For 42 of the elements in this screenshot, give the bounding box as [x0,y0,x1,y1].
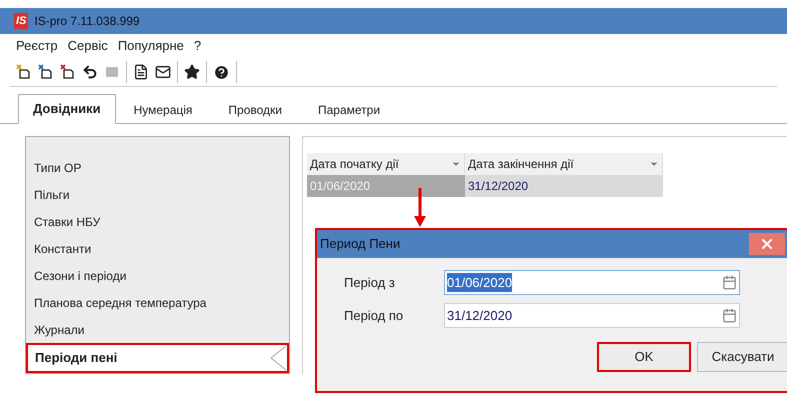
field-label: Період з [343,274,396,292]
edit-icon[interactable] [38,64,54,80]
dialog-button[interactable]: Скасувати [697,342,787,372]
sidebar-item[interactable]: Сезони і періоди [26,262,289,290]
column-header[interactable]: Дата початку дії [307,153,465,175]
tab[interactable]: Нумерація [116,97,210,123]
sidebar-item[interactable]: Періоди пені [26,343,289,374]
calendar-icon[interactable] [722,275,737,290]
tab[interactable]: Параметри [300,97,398,123]
close-icon [759,236,775,252]
table-cell: 31/12/2020 [465,175,663,197]
window-title: IS-pro 7.11.038.999 [34,13,140,30]
tab[interactable]: Проводки [210,97,300,123]
menu-item[interactable]: Реєстр [16,36,58,56]
dialog-button[interactable]: OK [597,342,691,372]
refresh-icon[interactable] [82,64,98,80]
delete-icon[interactable] [60,64,76,80]
document-icon[interactable] [133,64,149,80]
sidebar-item[interactable]: Планова середня температура [26,289,289,316]
calendar-icon[interactable] [722,308,737,323]
table-cell: 01/06/2020 [307,175,465,197]
date-field[interactable]: 01/06/2020 [444,270,740,295]
new-icon[interactable] [16,64,32,80]
star-icon[interactable] [184,64,200,80]
tab[interactable]: Довідники [18,94,116,124]
field-label: Період по [343,306,404,325]
menu-item[interactable]: ? [194,36,202,56]
sidebar-item[interactable]: Пільги [26,182,289,209]
sidebar-item[interactable]: Типи ОР [26,155,289,182]
date-field[interactable]: 31/12/2020 [444,303,740,328]
mail-icon[interactable] [155,64,171,80]
sidebar-item[interactable]: Ставки НБУ [26,208,289,236]
help-icon[interactable] [213,64,230,80]
column-header[interactable]: Дата закінчення дії [465,153,663,175]
close-button[interactable] [749,233,785,255]
menu-item[interactable]: Сервіс [68,36,108,56]
sidebar-item[interactable]: Константи [26,236,289,262]
dialog-title: Период Пени [320,235,400,254]
sidebar-item[interactable]: Журнали [26,316,289,344]
app-logo: IS [14,13,28,29]
disabled-icon [104,64,120,80]
menu-item[interactable]: Популярне [118,36,184,56]
